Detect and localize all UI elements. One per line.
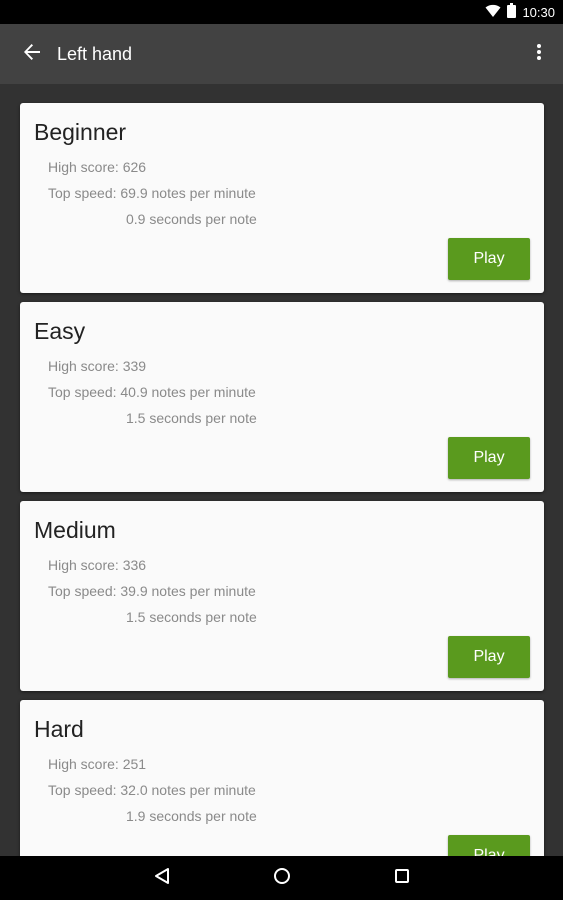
top-speed: Top speed: 39.9 notes per minute [48, 583, 256, 599]
status-time: 10:30 [522, 4, 555, 20]
level-title: Easy [34, 318, 86, 344]
level-card-hard: Hard High score: 251 Top speed: 32.0 not… [20, 700, 544, 856]
nav-recents-button[interactable] [372, 856, 432, 900]
arrow-back-icon [23, 43, 41, 66]
seconds-per-note: 1.5 seconds per note [126, 609, 257, 625]
top-speed: Top speed: 40.9 notes per minute [48, 384, 256, 400]
back-button[interactable] [8, 30, 56, 78]
high-score: High score: 339 [48, 358, 147, 374]
level-card-medium: Medium High score: 336 Top speed: 39.9 n… [20, 501, 544, 691]
seconds-per-note: 1.5 seconds per note [126, 410, 257, 426]
nav-back-button[interactable] [132, 856, 192, 900]
battery-icon [507, 3, 517, 21]
level-list[interactable]: Beginner High score: 626 Top speed: 69.9… [0, 84, 563, 856]
status-icons: 10:30 [485, 0, 555, 24]
level-card-beginner: Beginner High score: 626 Top speed: 69.9… [20, 103, 544, 293]
system-nav-bar [0, 856, 563, 900]
home-circle-icon [273, 867, 291, 890]
status-bar: 10:30 [0, 0, 563, 24]
level-card-easy: Easy High score: 339 Top speed: 40.9 not… [20, 302, 544, 492]
seconds-per-note: 0.9 seconds per note [126, 211, 257, 227]
level-title: Hard [34, 716, 84, 742]
high-score: High score: 251 [48, 756, 147, 772]
top-speed: Top speed: 69.9 notes per minute [48, 185, 256, 201]
wifi-icon [485, 4, 501, 21]
play-button-hard[interactable]: Play [448, 835, 530, 856]
top-speed: Top speed: 32.0 notes per minute [48, 782, 256, 798]
play-button-beginner[interactable]: Play [448, 238, 530, 280]
play-button-easy[interactable]: Play [448, 437, 530, 479]
recents-square-icon [394, 868, 410, 889]
more-vert-icon [536, 43, 542, 66]
nav-home-button[interactable] [252, 856, 312, 900]
level-title: Beginner [34, 119, 127, 145]
app-bar: Left hand [0, 24, 563, 84]
seconds-per-note: 1.9 seconds per note [126, 808, 257, 824]
high-score: High score: 336 [48, 557, 147, 573]
back-triangle-icon [154, 867, 170, 890]
app-title: Left hand [57, 44, 133, 64]
level-title: Medium [34, 517, 116, 543]
overflow-menu-button[interactable] [519, 30, 559, 78]
high-score: High score: 626 [48, 159, 147, 175]
play-button-medium[interactable]: Play [448, 636, 530, 678]
